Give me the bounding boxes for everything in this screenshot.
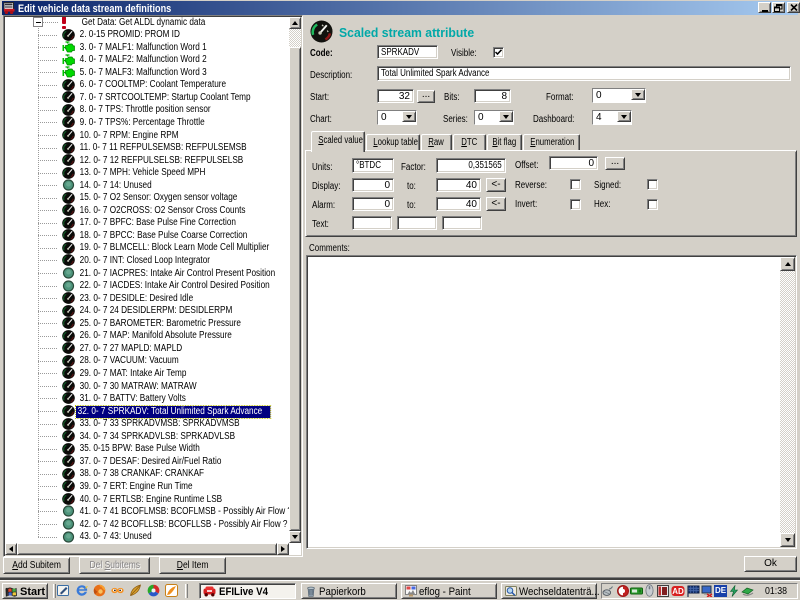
- svg-text:AD: AD: [672, 587, 684, 596]
